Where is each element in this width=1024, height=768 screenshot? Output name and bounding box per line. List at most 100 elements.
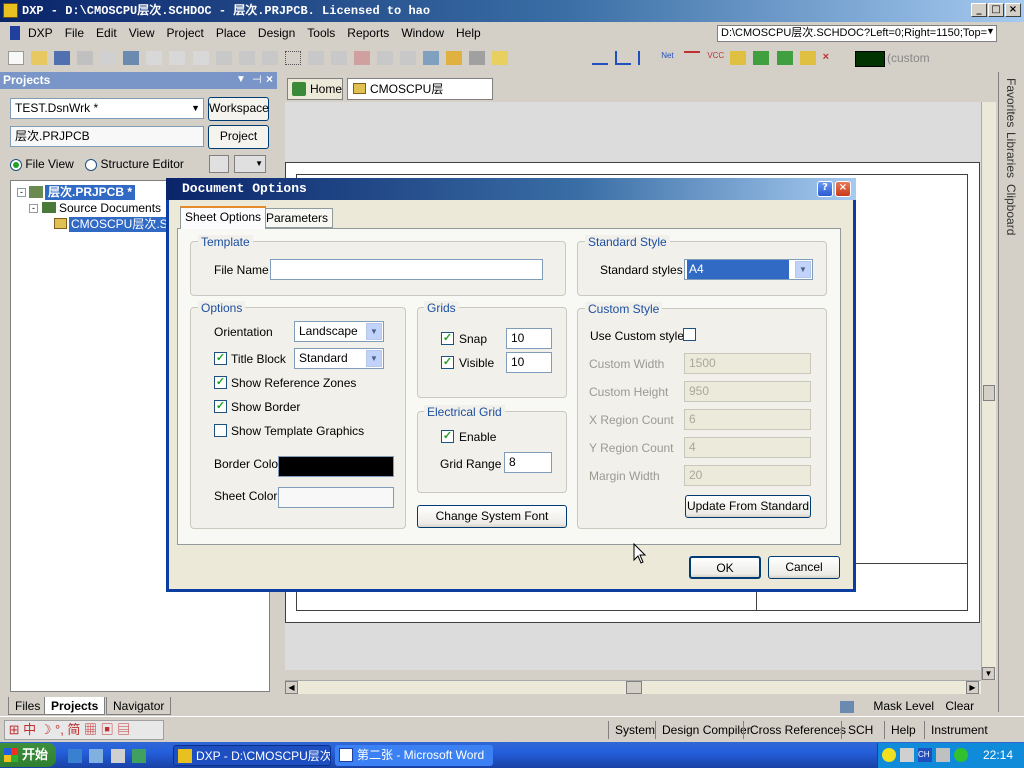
folder-menu-icon[interactable]: ▼ (234, 155, 266, 173)
tab-sheet-options[interactable]: Sheet Options (180, 206, 267, 229)
mask-level-button[interactable]: Mask Level (873, 699, 934, 713)
show-reference-zones-checkbox[interactable]: ✓ (214, 376, 227, 389)
window-title-bar[interactable]: DXP - D:\CMOSCPU层次.SCHDOC - 层次.PRJPCB. L… (0, 0, 1024, 22)
structure-editor-radio[interactable] (85, 158, 98, 171)
menu-design[interactable]: Design (252, 22, 301, 44)
dialog-help-button[interactable]: ? (817, 181, 833, 197)
project-field[interactable]: 层次.PRJPCB (10, 126, 204, 147)
tree-folder-node[interactable]: Source Documents (59, 201, 161, 216)
title-block-select[interactable]: Standard ▼ (294, 348, 384, 369)
custom-width-input[interactable]: 1500 (684, 353, 811, 374)
move-icon[interactable] (307, 51, 324, 65)
task-word[interactable]: 第二张 - Microsoft Word (335, 745, 493, 766)
port-icon[interactable] (799, 51, 816, 65)
status-instrument-racks[interactable]: Instrument Racks (924, 721, 1024, 755)
snap-input[interactable]: 10 (506, 328, 552, 349)
sheet-entry-icon[interactable] (776, 51, 793, 65)
vcc-icon[interactable]: VCC (707, 51, 724, 65)
cross-probe-icon[interactable] (446, 51, 463, 65)
print-icon[interactable] (77, 51, 94, 65)
scroll-right-icon[interactable]: ▶ (966, 681, 979, 694)
tree-project-node[interactable]: 层次.PRJPCB * (45, 185, 136, 200)
menu-edit[interactable]: Edit (90, 22, 123, 44)
workspace-select[interactable]: TEST.DsnWrk * ▼ (10, 98, 204, 119)
cancel-button[interactable]: Cancel (768, 556, 840, 579)
redo-icon[interactable] (400, 51, 417, 65)
zoom-area-icon[interactable] (169, 51, 186, 65)
tree-doc-node[interactable]: CMOSCPU层次.SC (69, 217, 169, 232)
tab-home[interactable]: Home (287, 78, 343, 100)
zoom-selected-icon[interactable] (192, 51, 209, 65)
workspace-button[interactable]: Workspace (208, 97, 269, 121)
clear-filter-icon[interactable] (353, 51, 370, 65)
status-system[interactable]: System (608, 721, 661, 739)
menu-project[interactable]: Project (161, 22, 210, 44)
menu-reports[interactable]: Reports (341, 22, 395, 44)
border-color-swatch[interactable] (278, 456, 394, 477)
help-icon[interactable] (492, 51, 509, 65)
dialog-close-button[interactable]: × (835, 181, 851, 197)
status-help[interactable]: Help (884, 721, 922, 739)
outlook-icon[interactable] (89, 749, 104, 763)
zoom-fit-icon[interactable] (146, 51, 163, 65)
desktop-icon[interactable] (110, 749, 125, 763)
menu-window[interactable]: Window (395, 22, 450, 44)
project-options-icon[interactable] (209, 155, 229, 173)
visible-checkbox[interactable]: ✓ (441, 356, 454, 369)
panel-menu-icon[interactable]: ▼ (236, 74, 246, 85)
use-custom-style-checkbox[interactable] (683, 328, 696, 341)
gnd-icon[interactable] (684, 51, 701, 65)
new-icon[interactable] (8, 51, 24, 65)
panel-tab-files[interactable]: Files (8, 697, 48, 715)
vertical-scroll-thumb[interactable] (983, 385, 995, 401)
select-area-icon[interactable] (284, 51, 301, 65)
no-erc-icon[interactable]: × (823, 51, 839, 65)
horizontal-scroll-thumb[interactable] (626, 681, 642, 694)
ie-icon[interactable] (68, 749, 82, 763)
undo-icon[interactable] (377, 51, 393, 65)
wire-icon[interactable] (592, 51, 608, 65)
clipboard-tab[interactable]: Clipboard (1004, 184, 1018, 235)
layers-icon[interactable] (123, 51, 140, 65)
net-label-icon[interactable]: Net (661, 51, 677, 65)
status-cross-references[interactable]: Cross References (743, 721, 852, 739)
close-button[interactable]: × (1005, 3, 1021, 17)
part-icon[interactable] (730, 51, 747, 65)
tray-icon[interactable] (936, 748, 950, 762)
save-icon[interactable] (54, 51, 71, 65)
minimize-button[interactable]: _ (971, 3, 987, 17)
sheet-symbol-icon[interactable] (753, 51, 770, 65)
panel-tab-navigator[interactable]: Navigator (106, 697, 172, 715)
visible-input[interactable]: 10 (506, 352, 552, 373)
sheet-color-swatch[interactable] (278, 487, 394, 508)
custom-height-input[interactable]: 950 (684, 381, 811, 402)
scroll-down-icon[interactable]: ▼ (982, 667, 995, 680)
panel-tab-projects[interactable]: Projects (44, 697, 106, 715)
panel-close-icon[interactable]: × (266, 72, 273, 86)
clear-button[interactable]: Clear (945, 699, 974, 713)
vertical-scrollbar[interactable]: ▼ (981, 102, 996, 680)
hierarchy-icon[interactable] (423, 51, 440, 65)
tray-icon[interactable] (954, 748, 968, 762)
orientation-select[interactable]: Landscape ▼ (294, 321, 384, 342)
bus-entry-icon[interactable] (638, 51, 654, 65)
tree-collapse-icon[interactable]: - (17, 188, 26, 197)
electrical-grid-enable-checkbox[interactable]: ✓ (441, 430, 454, 443)
tab-parameters[interactable]: Parameters (261, 208, 334, 228)
update-from-standard-button[interactable]: Update From Standard (685, 495, 811, 518)
horizontal-scrollbar[interactable]: ◀ ▶ (285, 680, 981, 694)
paste-icon[interactable] (261, 51, 278, 65)
libraries-tab[interactable]: Libraries (1004, 132, 1018, 178)
project-button[interactable]: Project (208, 125, 269, 149)
tree-collapse-icon[interactable]: - (29, 204, 38, 213)
app-icon[interactable] (3, 3, 18, 18)
ok-button[interactable]: OK (689, 556, 761, 579)
color-swatch[interactable] (855, 51, 885, 67)
cut-icon[interactable] (215, 51, 232, 65)
app-launcher-icon[interactable] (132, 749, 147, 763)
grid-range-input[interactable]: 8 (504, 452, 552, 473)
file-name-input[interactable] (270, 259, 543, 280)
print-preview-icon[interactable] (100, 51, 117, 65)
snap-checkbox[interactable]: ✓ (441, 332, 454, 345)
browse-icon[interactable] (469, 51, 486, 65)
